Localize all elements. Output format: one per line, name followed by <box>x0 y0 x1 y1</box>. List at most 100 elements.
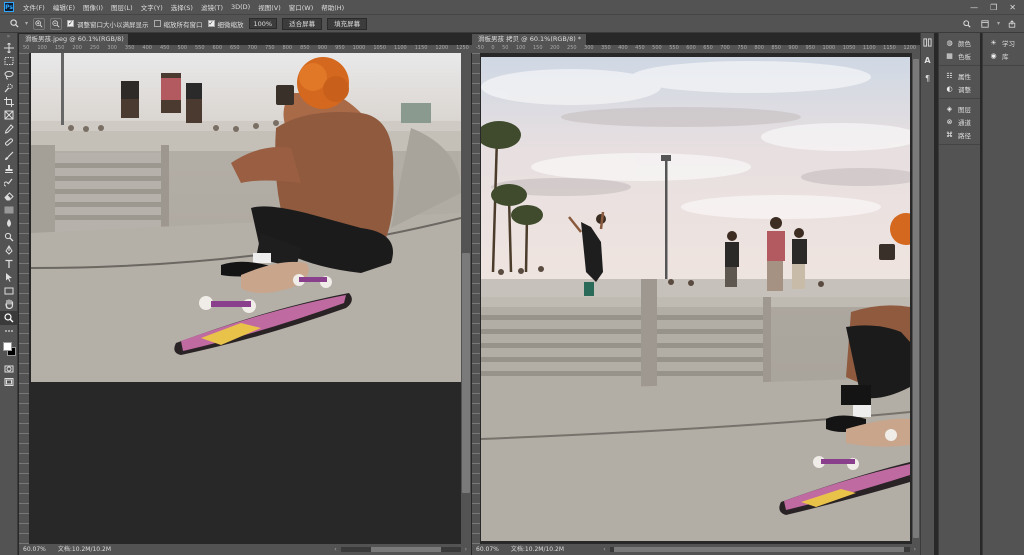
lasso-tool-icon[interactable] <box>0 68 18 82</box>
zoom-all-windows-checkbox[interactable]: 缩放所有窗口 <box>153 19 203 29</box>
restore-icon[interactable]: ❐ <box>990 3 997 12</box>
gradient-tool-icon[interactable] <box>0 203 18 217</box>
vertical-scrollbar-1[interactable] <box>461 53 471 544</box>
panel-dock: ◍ 颜色 ▦ 色板 ☷ 属性 ◐ 调整 ◈ 图层 ⊗ 通道 ⌘ 路径 <box>938 33 980 555</box>
document-tab-1-title: 滑板男孩.jpeg @ 60.1%(RGB/8) <box>25 35 124 43</box>
clone-stamp-tool-icon[interactable] <box>0 163 18 177</box>
resize-windows-checkbox[interactable]: ✓ 调整窗口大小以满屏显示 <box>67 19 149 29</box>
crop-tool-icon[interactable] <box>0 95 18 109</box>
color-swatches[interactable] <box>0 338 17 362</box>
scrubby-zoom-checkbox[interactable]: ✓ 细微缩放 <box>207 19 244 29</box>
share-icon[interactable] <box>1006 18 1018 30</box>
resize-windows-label: 调整窗口大小以满屏显示 <box>77 20 149 29</box>
chevron-down-icon[interactable]: ▾ <box>25 20 28 27</box>
chevron-right-icon[interactable]: › <box>465 544 467 555</box>
menu-help[interactable]: 帮助(H) <box>317 2 348 12</box>
scrollbar-thumb[interactable] <box>462 253 470 493</box>
menu-file[interactable]: 文件(F) <box>19 2 49 12</box>
zoom-level-2[interactable]: 60.07% <box>476 544 499 555</box>
zoom-level-1[interactable]: 60.07% <box>23 544 46 555</box>
search-icon[interactable] <box>961 18 973 30</box>
menu-image[interactable]: 图像(I) <box>79 2 107 12</box>
scrollbar-thumb[interactable] <box>913 59 919 538</box>
workspace-icon[interactable] <box>979 18 991 30</box>
character-panel-icon[interactable]: A <box>921 51 934 69</box>
history-brush-tool-icon[interactable] <box>0 176 18 190</box>
channels-panel-tab[interactable]: ⊗ 通道 <box>939 115 980 128</box>
properties-panel-tab[interactable]: ☷ 属性 <box>939 69 980 82</box>
foreground-color-swatch[interactable] <box>3 342 12 351</box>
menu-window[interactable]: 窗口(W) <box>285 2 318 12</box>
horizontal-scrollbar-2[interactable] <box>609 547 910 552</box>
brush-tool-icon[interactable] <box>0 149 18 163</box>
checkbox-unchecked-icon <box>153 20 161 27</box>
panel-group-learn: ☀ 学习 ◉ 库 <box>983 33 1024 66</box>
document-image-1[interactable] <box>31 53 461 382</box>
document-image-2[interactable] <box>481 57 910 541</box>
zoom-out-icon[interactable] <box>50 17 63 30</box>
menu-type[interactable]: 文字(Y) <box>137 2 167 12</box>
type-tool-icon[interactable] <box>0 257 18 271</box>
zoom-tool-icon[interactable] <box>8 18 20 30</box>
toolbox-collapse-icon[interactable]: » <box>0 33 17 41</box>
paths-icon: ⌘ <box>946 130 953 139</box>
chevron-right-icon[interactable]: › <box>914 544 916 555</box>
dodge-tool-icon[interactable] <box>0 230 18 244</box>
chevron-down-icon[interactable]: ▾ <box>997 20 1000 27</box>
quick-select-tool-icon[interactable] <box>0 82 18 96</box>
path-selection-tool-icon[interactable] <box>0 271 18 285</box>
menu-3d[interactable]: 3D(D) <box>227 3 254 11</box>
document-tab-2[interactable]: 滑板男孩 拷贝 @ 60.1%(RGB/8) * <box>472 34 586 45</box>
menu-view[interactable]: 视图(V) <box>254 2 285 12</box>
learn-panel-tab[interactable]: ☀ 学习 <box>983 36 1024 49</box>
fill-screen-button[interactable]: 填充屏幕 <box>327 17 368 30</box>
menu-select[interactable]: 选择(S) <box>167 2 197 12</box>
zoom-tool-active-icon[interactable] <box>0 311 18 325</box>
toolbox: » <box>0 33 18 555</box>
marquee-tool-icon[interactable] <box>0 55 18 69</box>
paragraph-panel-icon[interactable]: ¶ <box>921 69 934 87</box>
vertical-scrollbar-2[interactable] <box>912 53 920 544</box>
more-tools-icon[interactable] <box>0 325 18 339</box>
minimize-icon[interactable]: — <box>970 3 978 12</box>
paths-panel-tab[interactable]: ⌘ 路径 <box>939 128 980 141</box>
checkbox-checked-icon: ✓ <box>67 20 75 27</box>
layers-panel-tab[interactable]: ◈ 图层 <box>939 102 980 115</box>
pen-tool-icon[interactable] <box>0 244 18 258</box>
healing-brush-tool-icon[interactable] <box>0 136 18 150</box>
chevron-left-icon[interactable]: ‹ <box>334 544 336 555</box>
eyedropper-tool-icon[interactable] <box>0 122 18 136</box>
color-icon: ◍ <box>946 38 953 47</box>
ruler-2-tick-label: 50 <box>502 45 509 51</box>
skateboarder-wide-photo <box>481 57 910 541</box>
move-tool-icon[interactable] <box>0 41 18 55</box>
frame-tool-icon[interactable] <box>0 109 18 123</box>
hand-tool-icon[interactable] <box>0 298 18 312</box>
history-panel-icon[interactable] <box>921 33 934 51</box>
quick-mask-icon[interactable] <box>0 362 18 376</box>
adjustments-panel-tab[interactable]: ◐ 调整 <box>939 82 980 95</box>
zoom-in-icon[interactable] <box>33 17 46 30</box>
ruler-1-tick-label: 1050 <box>373 45 387 51</box>
menu-edit[interactable]: 编辑(E) <box>49 2 79 12</box>
ruler-2-tick-label: 1000 <box>822 45 836 51</box>
chevron-left-icon[interactable]: ‹ <box>603 544 605 555</box>
horizontal-ruler-1: 50 100 150 200 250 300 350 400 450 500 550 600 650 70… <box>19 45 473 53</box>
menu-filter[interactable]: 滤镜(T) <box>197 2 227 12</box>
zoom-all-windows-label: 缩放所有窗口 <box>163 20 203 29</box>
eraser-tool-icon[interactable] <box>0 190 18 204</box>
menu-bar: Ps 文件(F) 编辑(E) 图像(I) 图层(L) 文字(Y) 选择(S) 滤… <box>0 0 1024 14</box>
menu-layer[interactable]: 图层(L) <box>107 2 137 12</box>
fit-screen-button[interactable]: 适合屏幕 <box>282 17 323 30</box>
close-icon[interactable]: ✕ <box>1009 3 1016 12</box>
zoom-percent-field[interactable]: 100% <box>248 18 278 29</box>
horizontal-scrollbar-1[interactable] <box>340 547 461 552</box>
document-tab-1[interactable]: 滑板男孩.jpeg @ 60.1%(RGB/8) <box>19 34 128 45</box>
options-bar: ▾ ✓ 调整窗口大小以满屏显示 缩放所有窗口 ✓ 细微缩放 100% 适合屏幕 填充… <box>0 14 1024 33</box>
blur-tool-icon[interactable] <box>0 217 18 231</box>
libraries-panel-tab[interactable]: ◉ 库 <box>983 49 1024 62</box>
screen-mode-icon[interactable] <box>0 376 18 390</box>
color-panel-tab[interactable]: ◍ 颜色 <box>939 36 980 49</box>
swatches-panel-tab[interactable]: ▦ 色板 <box>939 49 980 62</box>
rectangle-tool-icon[interactable] <box>0 284 18 298</box>
